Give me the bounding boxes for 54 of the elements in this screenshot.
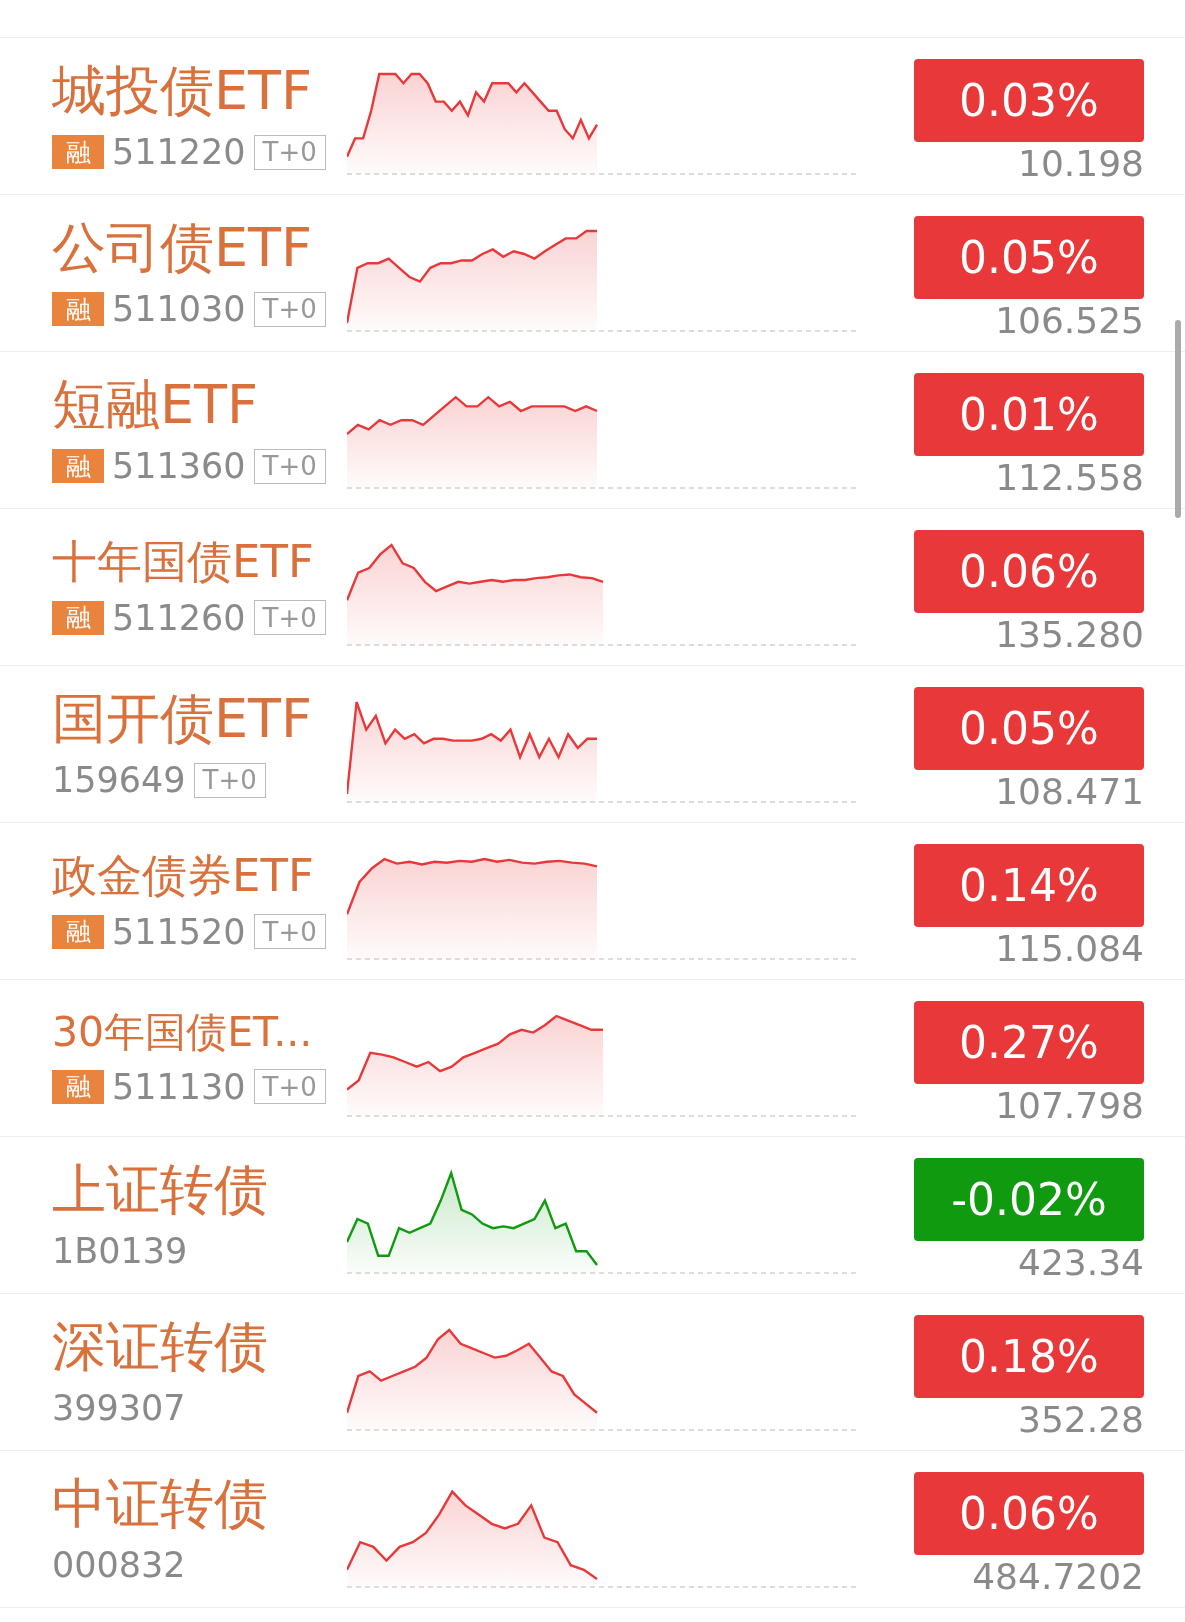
fund-name[interactable]: 城投债ETF	[52, 59, 313, 123]
fund-name[interactable]: 上证转债	[52, 1158, 268, 1222]
price-value: 10.198	[1018, 145, 1144, 182]
trade-tag: T+0	[193, 762, 266, 798]
fund-code: 511030	[112, 289, 246, 330]
price-value: 484.7202	[972, 1558, 1144, 1595]
price-value: 423.34	[1018, 1244, 1144, 1281]
price-value: 108.471	[995, 773, 1144, 810]
price-value: 115.084	[995, 930, 1144, 967]
price-value: 106.525	[995, 302, 1144, 339]
change-percent[interactable]: 0.03%	[914, 58, 1144, 142]
trade-tag: T+0	[253, 448, 326, 484]
price-value: 112.558	[995, 459, 1144, 496]
margin-badge: 融	[52, 292, 104, 327]
margin-badge: 融	[52, 914, 104, 949]
fund-name[interactable]: 公司债ETF	[52, 216, 313, 280]
trade-tag: T+0	[253, 291, 326, 327]
change-percent[interactable]: 0.18%	[914, 1314, 1144, 1398]
fund-name[interactable]: 30年国债ET...	[52, 1009, 313, 1057]
change-percent[interactable]: 0.05%	[914, 686, 1144, 770]
margin-badge: 融	[52, 1069, 104, 1104]
fund-code: 1B0139	[52, 1231, 188, 1272]
fund-code: 511130	[112, 1066, 246, 1107]
price-value: 135.280	[995, 616, 1144, 653]
fund-code: 511260	[112, 597, 246, 638]
fund-code: 159649	[52, 760, 186, 801]
trade-tag: T+0	[253, 134, 326, 170]
price-value: 352.28	[1018, 1401, 1144, 1438]
change-percent[interactable]: 0.06%	[914, 529, 1144, 613]
margin-badge: 融	[52, 135, 104, 170]
fund-name[interactable]: 深证转债	[52, 1315, 268, 1379]
trade-tag: T+0	[253, 1069, 326, 1105]
scrollbar-thumb[interactable]	[1175, 320, 1181, 518]
fund-code: 511520	[112, 911, 246, 952]
fund-name[interactable]: 政金债券ETF	[52, 850, 314, 902]
fund-code: 000832	[52, 1545, 186, 1586]
change-percent[interactable]: -0.02%	[914, 1157, 1144, 1241]
fund-name[interactable]: 中证转债	[52, 1472, 268, 1536]
fund-name[interactable]: 国开债ETF	[52, 687, 313, 751]
margin-badge: 融	[52, 600, 104, 635]
change-percent[interactable]: 0.27%	[914, 1000, 1144, 1084]
trade-tag: T+0	[253, 600, 326, 636]
change-percent[interactable]: 0.14%	[914, 843, 1144, 927]
change-percent[interactable]: 0.01%	[914, 372, 1144, 456]
fund-code: 399307	[52, 1388, 186, 1429]
margin-badge: 融	[52, 449, 104, 484]
change-percent[interactable]: 0.05%	[914, 215, 1144, 299]
fund-code: 511220	[112, 132, 246, 173]
change-percent[interactable]: 0.06%	[914, 1471, 1144, 1555]
price-value: 107.798	[995, 1087, 1144, 1124]
trade-tag: T+0	[253, 914, 326, 950]
fund-name[interactable]: 短融ETF	[52, 373, 259, 437]
fund-code: 511360	[112, 446, 246, 487]
fund-name[interactable]: 十年国债ETF	[52, 536, 314, 588]
